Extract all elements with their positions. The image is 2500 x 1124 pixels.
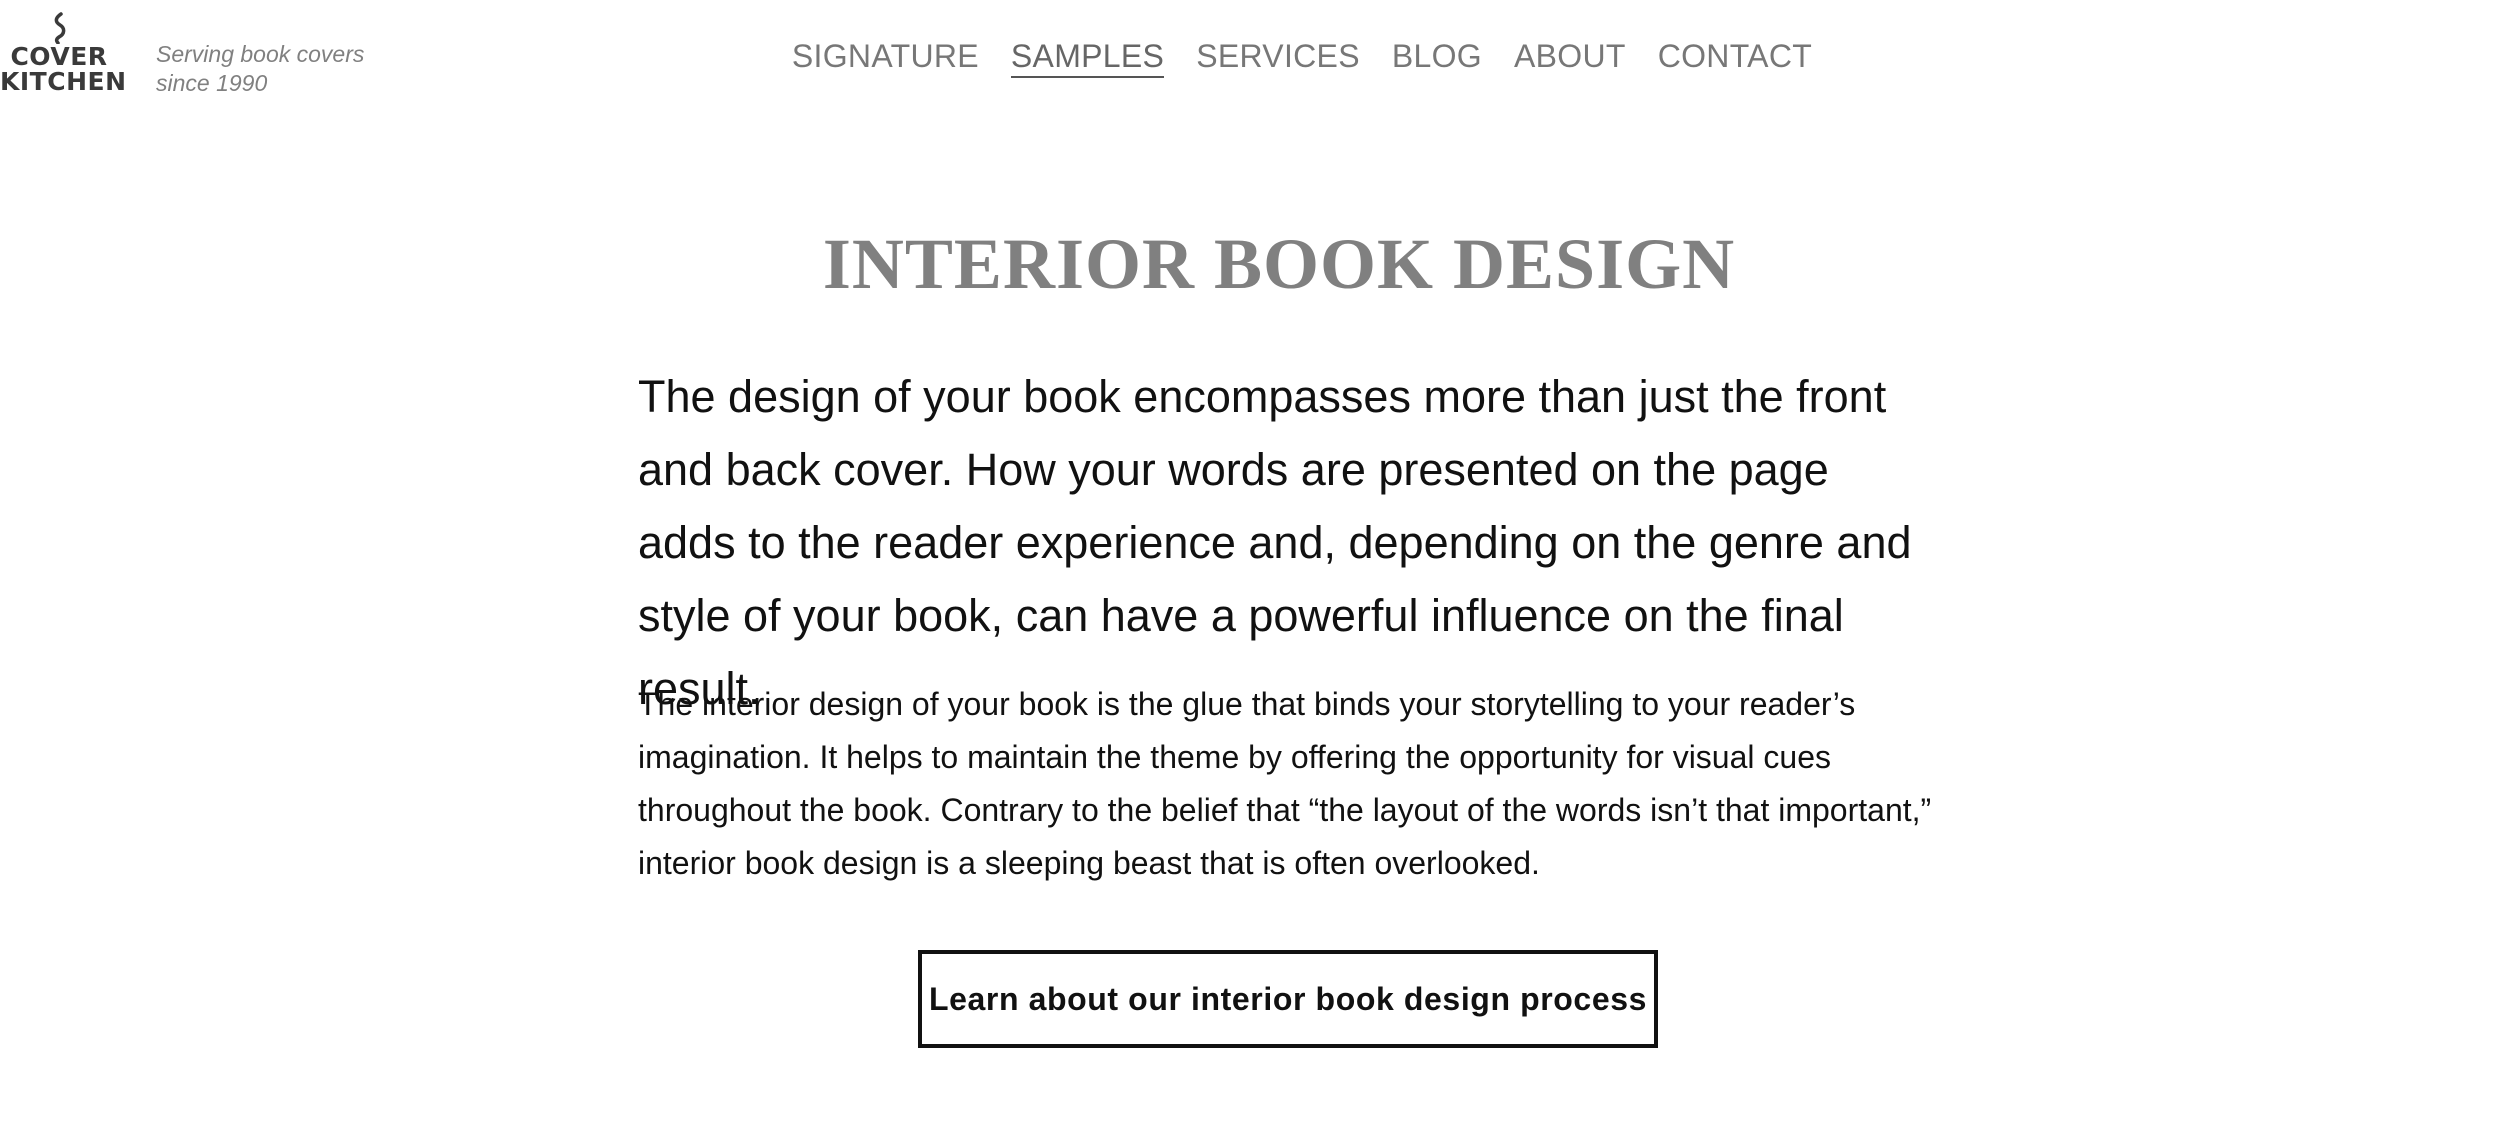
nav-item-services[interactable]: SERVICES: [1196, 36, 1360, 78]
nav-item-blog[interactable]: BLOG: [1392, 36, 1482, 78]
nav-item-samples[interactable]: SAMPLES: [1010, 36, 1165, 78]
nav-item-signature[interactable]: SIGNATURE: [792, 36, 979, 78]
learn-process-button[interactable]: Learn about our interior book design pro…: [918, 950, 1658, 1048]
lead-paragraph: The design of your book encompasses more…: [638, 371, 1912, 714]
nav-item-about[interactable]: ABOUT: [1514, 36, 1626, 78]
page: COVER KITCHEN Serving book covers since …: [0, 0, 2500, 1124]
nav-item-contact[interactable]: CONTACT: [1658, 36, 1812, 78]
page-title: INTERIOR BOOK DESIGN: [822, 224, 1736, 304]
main-nav: SIGNATURE SAMPLES SERVICES BLOG ABOUT CO…: [0, 36, 2500, 78]
body-paragraph: The interior design of your book is the …: [638, 686, 1932, 881]
